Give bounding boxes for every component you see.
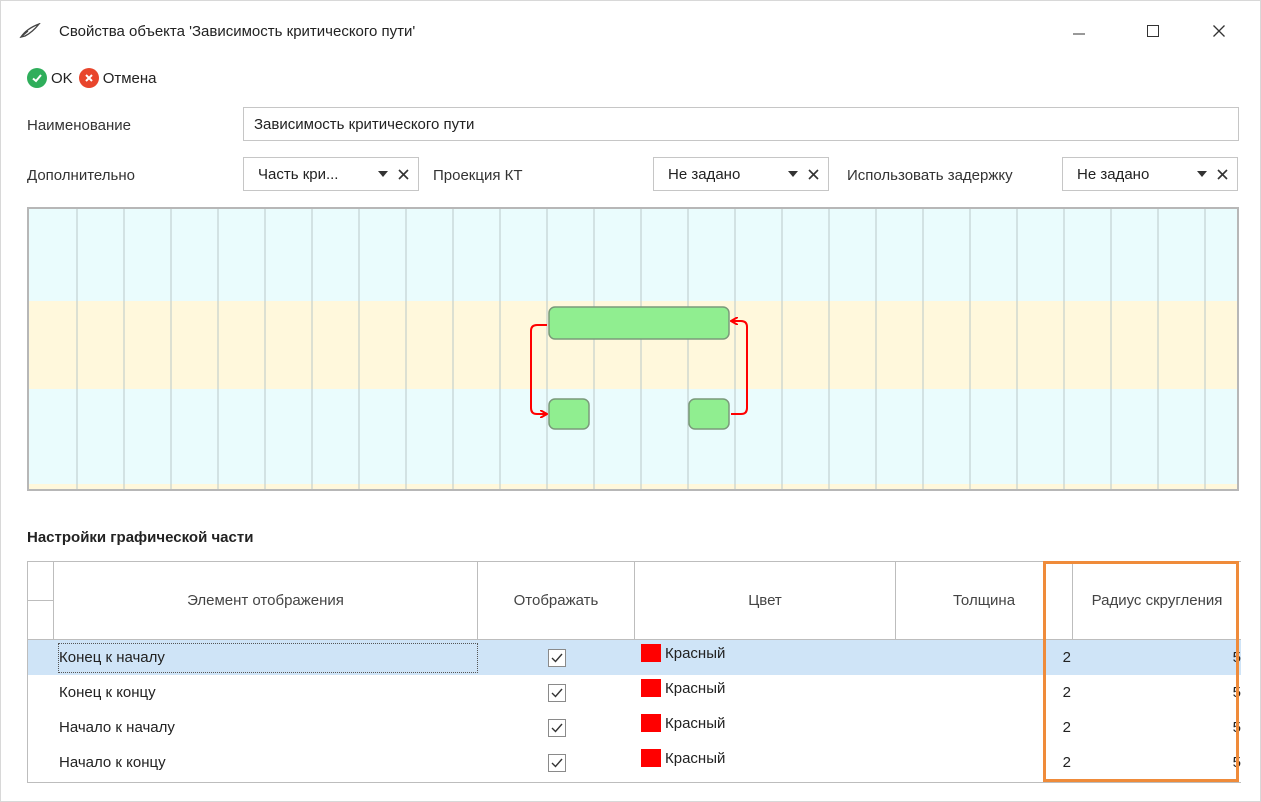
color-swatch: [641, 749, 661, 767]
cancel-circle-icon: [78, 68, 99, 88]
close-button[interactable]: [1197, 15, 1241, 47]
projection-combo[interactable]: Не задано: [653, 157, 829, 191]
name-input[interactable]: Зависимость критического пути: [243, 107, 1239, 141]
preview-task-bar: [548, 306, 730, 340]
clear-icon[interactable]: [802, 168, 824, 180]
delay-combo[interactable]: Не задано: [1062, 157, 1238, 191]
dropdown-arrow-icon[interactable]: [1193, 171, 1211, 177]
row-header-corner: [28, 562, 54, 639]
color-swatch: [641, 679, 661, 697]
row-header[interactable]: [28, 675, 54, 710]
properties-dialog: Свойства объекта 'Зависимость критическо…: [0, 0, 1261, 802]
color-swatch: [641, 644, 661, 662]
element-cell[interactable]: Конец к началу: [59, 649, 165, 666]
thickness-cell[interactable]: 2: [896, 745, 1073, 780]
name-value: Зависимость критического пути: [254, 115, 475, 133]
element-cell[interactable]: Начало к концу: [59, 754, 166, 771]
color-label: Красный: [665, 679, 726, 697]
thickness-cell[interactable]: 2: [896, 640, 1073, 675]
show-checkbox[interactable]: [547, 718, 566, 737]
gantt-preview-canvas: [29, 209, 1237, 489]
radius-cell[interactable]: 5: [1073, 710, 1241, 745]
minimize-button[interactable]: [1057, 15, 1101, 47]
radius-cell[interactable]: 5: [1073, 675, 1241, 710]
col-header-color[interactable]: Цвет: [635, 562, 896, 639]
color-cell[interactable]: Красный: [641, 679, 725, 697]
dropdown-arrow-icon[interactable]: [374, 171, 392, 177]
preview-task-bar: [688, 398, 730, 430]
projection-value: Не задано: [668, 165, 741, 183]
extra-label: Дополнительно: [27, 167, 135, 184]
radius-cell[interactable]: 5: [1073, 640, 1241, 675]
maximize-button[interactable]: [1131, 15, 1175, 47]
dropdown-arrow-icon[interactable]: [784, 171, 802, 177]
row-header[interactable]: [28, 745, 54, 780]
row-header[interactable]: [28, 710, 54, 745]
color-cell[interactable]: Красный: [641, 714, 725, 732]
col-header-radius[interactable]: Радиус скругления: [1073, 562, 1241, 639]
row-header[interactable]: [28, 640, 54, 675]
cancel-button[interactable]: Отмена: [78, 68, 157, 88]
thickness-cell[interactable]: 2: [896, 675, 1073, 710]
clear-icon[interactable]: [392, 168, 414, 180]
show-checkbox[interactable]: [547, 683, 566, 702]
table-row[interactable]: Конец к концу Красный 2 5: [28, 675, 1241, 710]
table-row[interactable]: Конец к началу Красный 2 5: [28, 640, 1241, 675]
ok-button[interactable]: OK: [27, 68, 73, 88]
color-label: Красный: [665, 644, 726, 662]
col-header-thickness[interactable]: Толщина: [896, 562, 1073, 639]
preview-task-bar: [548, 398, 590, 430]
check-circle-icon: [27, 68, 47, 88]
delay-value: Не задано: [1077, 165, 1150, 183]
feather-icon: [19, 22, 42, 39]
extra-combo[interactable]: Часть кри...: [243, 157, 419, 191]
title-bar: Свойства объекта 'Зависимость критическо…: [1, 1, 1260, 63]
section-title: Настройки графической части: [27, 529, 254, 546]
projection-label: Проекция КТ: [433, 167, 523, 184]
ok-label: OK: [51, 69, 73, 87]
name-label: Наименование: [27, 117, 131, 134]
col-header-show[interactable]: Отображать: [478, 562, 635, 639]
color-label: Красный: [665, 749, 726, 767]
color-label: Красный: [665, 714, 726, 732]
settings-grid: Элемент отображения Отображать Цвет Толщ…: [27, 561, 1241, 783]
col-header-element[interactable]: Элемент отображения: [54, 562, 478, 639]
color-cell[interactable]: Красный: [641, 749, 725, 767]
thickness-cell[interactable]: 2: [896, 710, 1073, 745]
element-cell[interactable]: Начало к началу: [59, 719, 175, 736]
grid-body: Конец к началу Красный 2 5 Конец к концу…: [28, 640, 1241, 780]
grid-header: Элемент отображения Отображать Цвет Толщ…: [28, 562, 1241, 640]
delay-label: Использовать задержку: [847, 167, 1013, 184]
color-cell[interactable]: Красный: [641, 644, 725, 662]
clear-icon[interactable]: [1211, 168, 1233, 180]
cancel-label: Отмена: [102, 69, 157, 87]
element-cell[interactable]: Конец к концу: [59, 684, 156, 701]
show-checkbox[interactable]: [547, 753, 566, 772]
color-swatch: [641, 714, 661, 732]
preview-row-band: [29, 484, 1237, 489]
show-checkbox[interactable]: [547, 648, 566, 667]
toolbar: OK Отмена: [27, 67, 163, 89]
radius-cell[interactable]: 5: [1073, 745, 1241, 780]
gantt-preview: [27, 207, 1239, 491]
table-row[interactable]: Начало к началу Красный 2 5: [28, 710, 1241, 745]
extra-value: Часть кри...: [258, 165, 339, 183]
window-title: Свойства объекта 'Зависимость критическо…: [59, 23, 416, 40]
table-row[interactable]: Начало к концу Красный 2 5: [28, 745, 1241, 780]
